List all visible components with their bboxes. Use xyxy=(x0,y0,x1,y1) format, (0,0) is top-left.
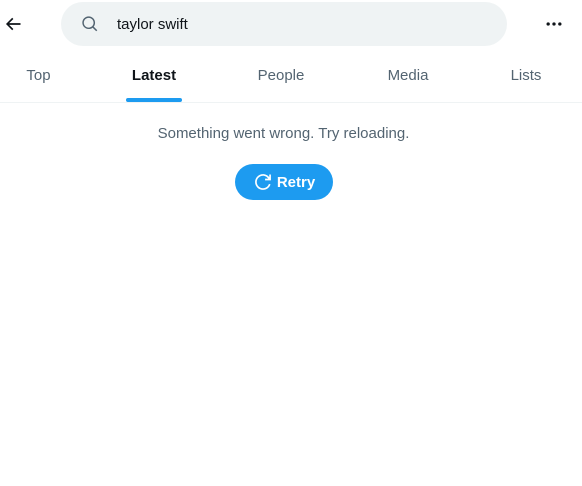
search-input[interactable] xyxy=(117,2,487,46)
more-options-button[interactable] xyxy=(536,9,572,39)
tab-top[interactable]: Top xyxy=(0,48,77,102)
search-header xyxy=(0,0,582,48)
more-horizontal-icon xyxy=(546,22,562,26)
tab-people[interactable]: People xyxy=(241,48,321,102)
retry-button[interactable]: Retry xyxy=(235,164,333,200)
search-icon xyxy=(82,16,98,32)
back-button[interactable] xyxy=(0,9,26,39)
search-tabs: Top Latest People Media Lists xyxy=(0,48,582,103)
retry-label: Retry xyxy=(276,173,316,191)
arrow-left-icon xyxy=(5,17,21,31)
tab-lists[interactable]: Lists xyxy=(490,48,562,102)
tab-media[interactable]: Media xyxy=(368,48,448,102)
tab-latest[interactable]: Latest xyxy=(116,48,192,102)
error-message: Something went wrong. Try reloading. xyxy=(157,125,410,142)
active-tab-indicator xyxy=(126,98,182,102)
search-box[interactable] xyxy=(61,2,507,46)
refresh-icon xyxy=(253,172,273,192)
